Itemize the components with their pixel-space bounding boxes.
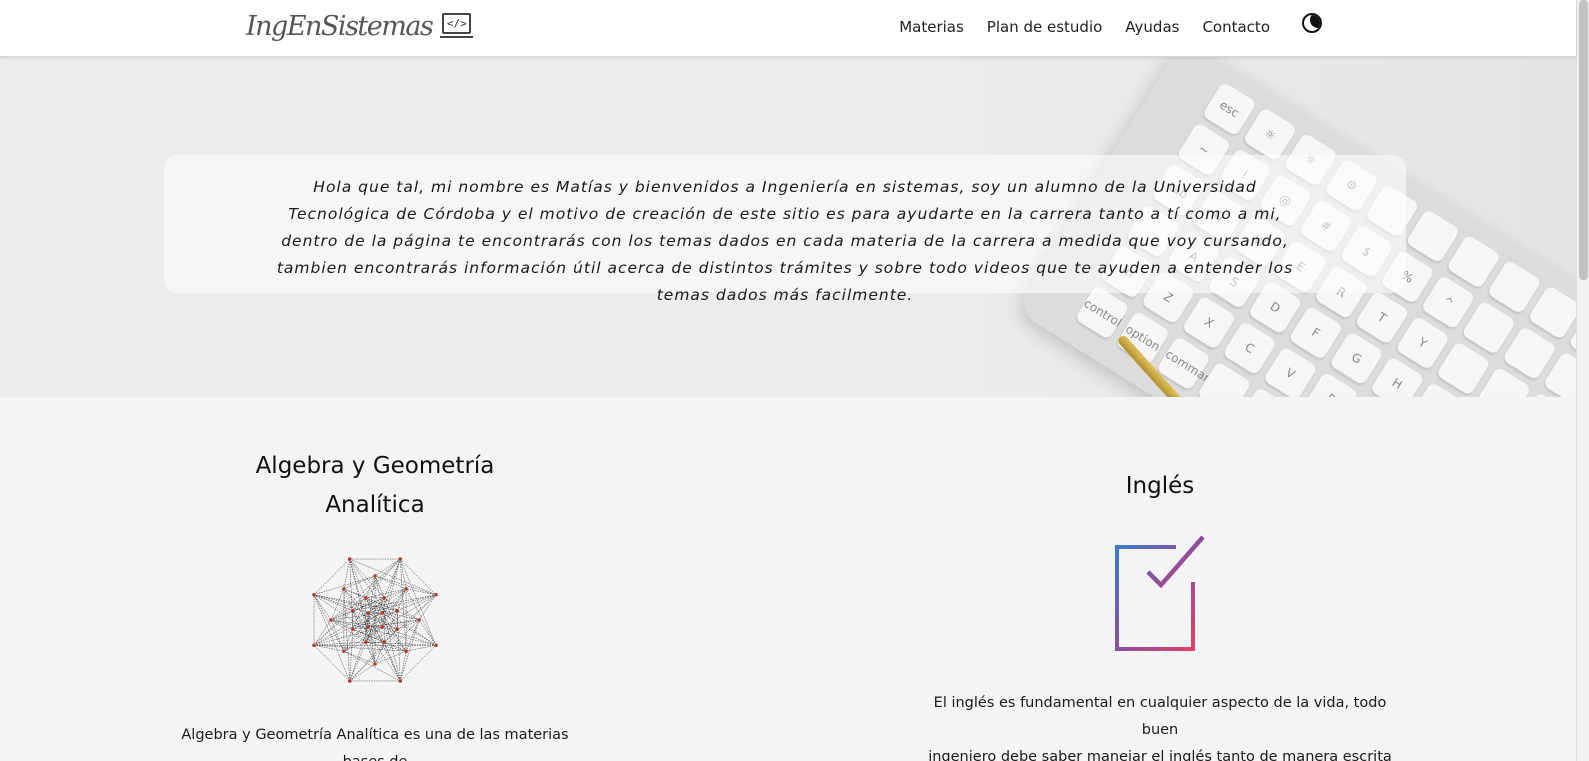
brand-text: IngEnSistemas: [246, 11, 434, 42]
subject-card-algebra: Algebra y Geometría Analítica Algebra y …: [160, 447, 590, 761]
keyboard-key: [1435, 340, 1491, 397]
laptop-code-icon: </>: [440, 13, 474, 40]
moon-icon[interactable]: [1302, 13, 1322, 33]
card-title[interactable]: Algebra y Geometría Analítica: [160, 447, 590, 525]
brand-icon-text: </>: [442, 13, 472, 34]
nav-link-contacto[interactable]: Contacto: [1202, 18, 1270, 36]
intro-text: Hola que tal, mi nombre es Matías y bien…: [276, 178, 1294, 304]
keyboard-key: ^: [1420, 274, 1476, 330]
page-scrollbar[interactable]: [1576, 0, 1589, 761]
navbar: IngEnSistemas </> Materias Plan de estud…: [0, 0, 1576, 57]
card-description-line2: ingeniero debe saber manejar el inglés t…: [928, 749, 1392, 761]
keyboard-key: C: [1222, 320, 1278, 376]
hero-section: esc☼☼⚙~!@#$%^tabQWERTYASDFGHfnZXCVBcontr…: [0, 57, 1576, 397]
card-title[interactable]: Inglés: [920, 467, 1400, 506]
keyboard-key: [1501, 325, 1558, 381]
brand-logo[interactable]: IngEnSistemas </>: [246, 11, 474, 42]
nav-link-materias[interactable]: Materias: [899, 18, 964, 36]
card-description: El inglés es fundamental en cualquier as…: [920, 690, 1400, 761]
card-title-line2: Analítica: [325, 492, 425, 518]
keyboard-key: T: [1354, 290, 1410, 346]
card-description-line1: El inglés es fundamental en cualquier as…: [933, 695, 1387, 738]
nav-link-plan-de-estudio[interactable]: Plan de estudio: [987, 18, 1103, 36]
keyboard-key: G: [1328, 330, 1385, 386]
card-title-line1: Algebra y Geometría: [255, 453, 495, 479]
nav-links: Materias Plan de estudio Ayudas Contacto: [899, 18, 1270, 36]
keyboard-key: Y: [1395, 315, 1451, 371]
card-description: Algebra y Geometría Analítica es una de …: [181, 727, 569, 761]
keyboard-key: [1527, 284, 1576, 341]
keyboard-key: [1405, 208, 1461, 264]
keyboard-key: [1445, 234, 1502, 290]
subject-card-ingles: Inglés El inglés es fundamental en cualq…: [920, 467, 1400, 761]
nav-link-ayudas[interactable]: Ayudas: [1125, 18, 1179, 36]
keyboard-key: esc: [1201, 81, 1257, 137]
keyboard-key: [1486, 259, 1542, 315]
keyboard-key: F: [1288, 305, 1344, 361]
keyboard-key: V: [1262, 346, 1318, 397]
intro-box: Hola que tal, mi nombre es Matías y bien…: [164, 155, 1406, 304]
polytope-graph-icon: [312, 557, 438, 683]
keyboard-key: [1461, 300, 1517, 356]
keyboard-key: ☼: [1242, 106, 1298, 162]
checklist-icon: [1115, 535, 1205, 651]
scrollbar-thumb[interactable]: [1579, 0, 1588, 280]
